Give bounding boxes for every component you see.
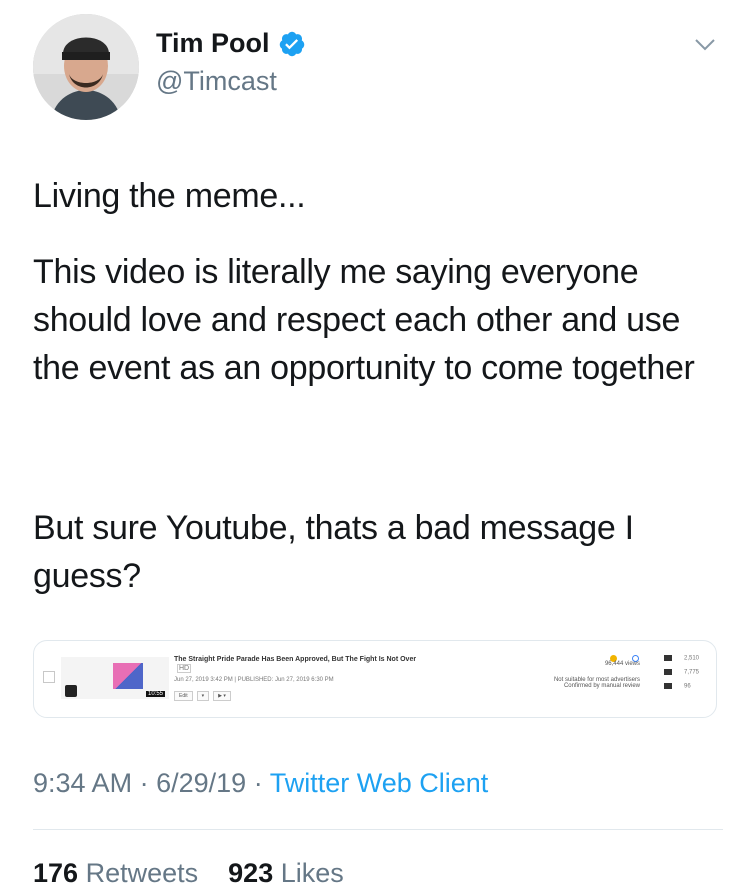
comments-count: 2,510 xyxy=(684,655,700,662)
video-thumbnail: 10:55 xyxy=(61,657,169,699)
edit-button: Edit xyxy=(174,691,193,701)
video-title: The Straight Pride Parade Has Been Appro… xyxy=(174,655,424,673)
likes-metric: 7,775 xyxy=(664,669,699,683)
retweets-count: 176 xyxy=(33,858,79,888)
video-dates: Jun 27, 2019 3:42 PM | PUBLISHED: Jun 27… xyxy=(174,677,334,683)
retweets-stat[interactable]: 176 Retweets xyxy=(33,858,198,888)
tweet-date[interactable]: 6/29/19 xyxy=(156,768,246,798)
likes-count: 923 xyxy=(228,858,274,888)
dislikes-metric: 96 xyxy=(664,683,699,697)
thumbs-down-icon xyxy=(664,683,672,689)
status-line-2: Confirmed by manual review xyxy=(563,683,640,689)
comment-icon xyxy=(664,655,672,661)
meta-separator: · xyxy=(253,768,263,798)
tweet-paragraph: This video is literally me saying everyo… xyxy=(33,253,695,387)
display-name-text[interactable]: Tim Pool xyxy=(156,28,270,59)
likes-label: Likes xyxy=(280,858,344,888)
user-handle[interactable]: @Timcast xyxy=(156,66,277,97)
meta-separator: · xyxy=(139,768,149,798)
tweet-stats: 176 Retweets 923 Likes xyxy=(33,858,344,889)
video-title-text: The Straight Pride Parade Has Been Appro… xyxy=(174,656,417,663)
divider xyxy=(33,829,723,830)
tweet-time[interactable]: 9:34 AM xyxy=(33,768,132,798)
tweet-paragraph: Living the meme... xyxy=(33,177,306,215)
display-name[interactable]: Tim Pool xyxy=(156,28,306,59)
client-link[interactable]: Twitter Web Client xyxy=(270,768,489,798)
dislikes-count: 96 xyxy=(684,683,691,690)
embedded-screenshot[interactable]: 10:55 The Straight Pride Parade Has Been… xyxy=(33,640,717,718)
thumbs-up-icon xyxy=(664,669,672,675)
likes-count: 7,775 xyxy=(684,669,700,676)
avatar[interactable] xyxy=(33,14,139,120)
edit-controls: Edit ▾ ▶ ▾ xyxy=(174,691,231,701)
video-duration: 10:55 xyxy=(145,691,165,697)
flag-graphic xyxy=(113,663,143,689)
chevron-down-icon[interactable] xyxy=(690,32,720,56)
face-thumbnail xyxy=(65,685,77,697)
tweet-paragraph: But sure Youtube, thats a bad message I … xyxy=(33,509,634,595)
views-count: 96,444 views xyxy=(604,661,640,667)
likes-stat[interactable]: 923 Likes xyxy=(228,858,344,888)
edit-dropdown-icon: ▾ xyxy=(196,691,210,701)
row-checkbox xyxy=(43,671,55,683)
hd-badge: HD xyxy=(177,664,192,673)
video-metrics: 2,510 7,775 96 xyxy=(664,655,699,697)
comments-metric: 2,510 xyxy=(664,655,699,669)
tweet-meta: 9:34 AM · 6/29/19 · Twitter Web Client xyxy=(33,768,488,799)
youtube-icon: ▶ ▾ xyxy=(213,691,231,701)
verified-badge-icon xyxy=(279,31,304,56)
monetization-status: 96,444 views Not suitable for most adver… xyxy=(510,661,640,689)
retweets-label: Retweets xyxy=(85,858,199,888)
